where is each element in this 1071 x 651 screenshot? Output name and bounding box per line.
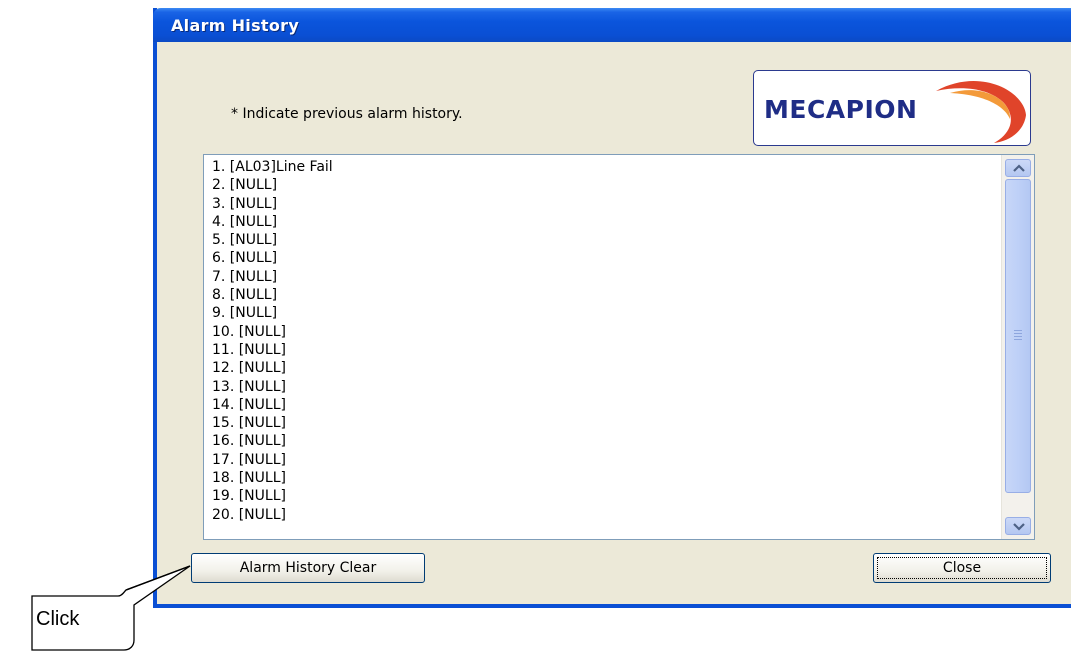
callout-bubble: [31, 565, 191, 651]
callout-text: Click: [36, 608, 80, 630]
